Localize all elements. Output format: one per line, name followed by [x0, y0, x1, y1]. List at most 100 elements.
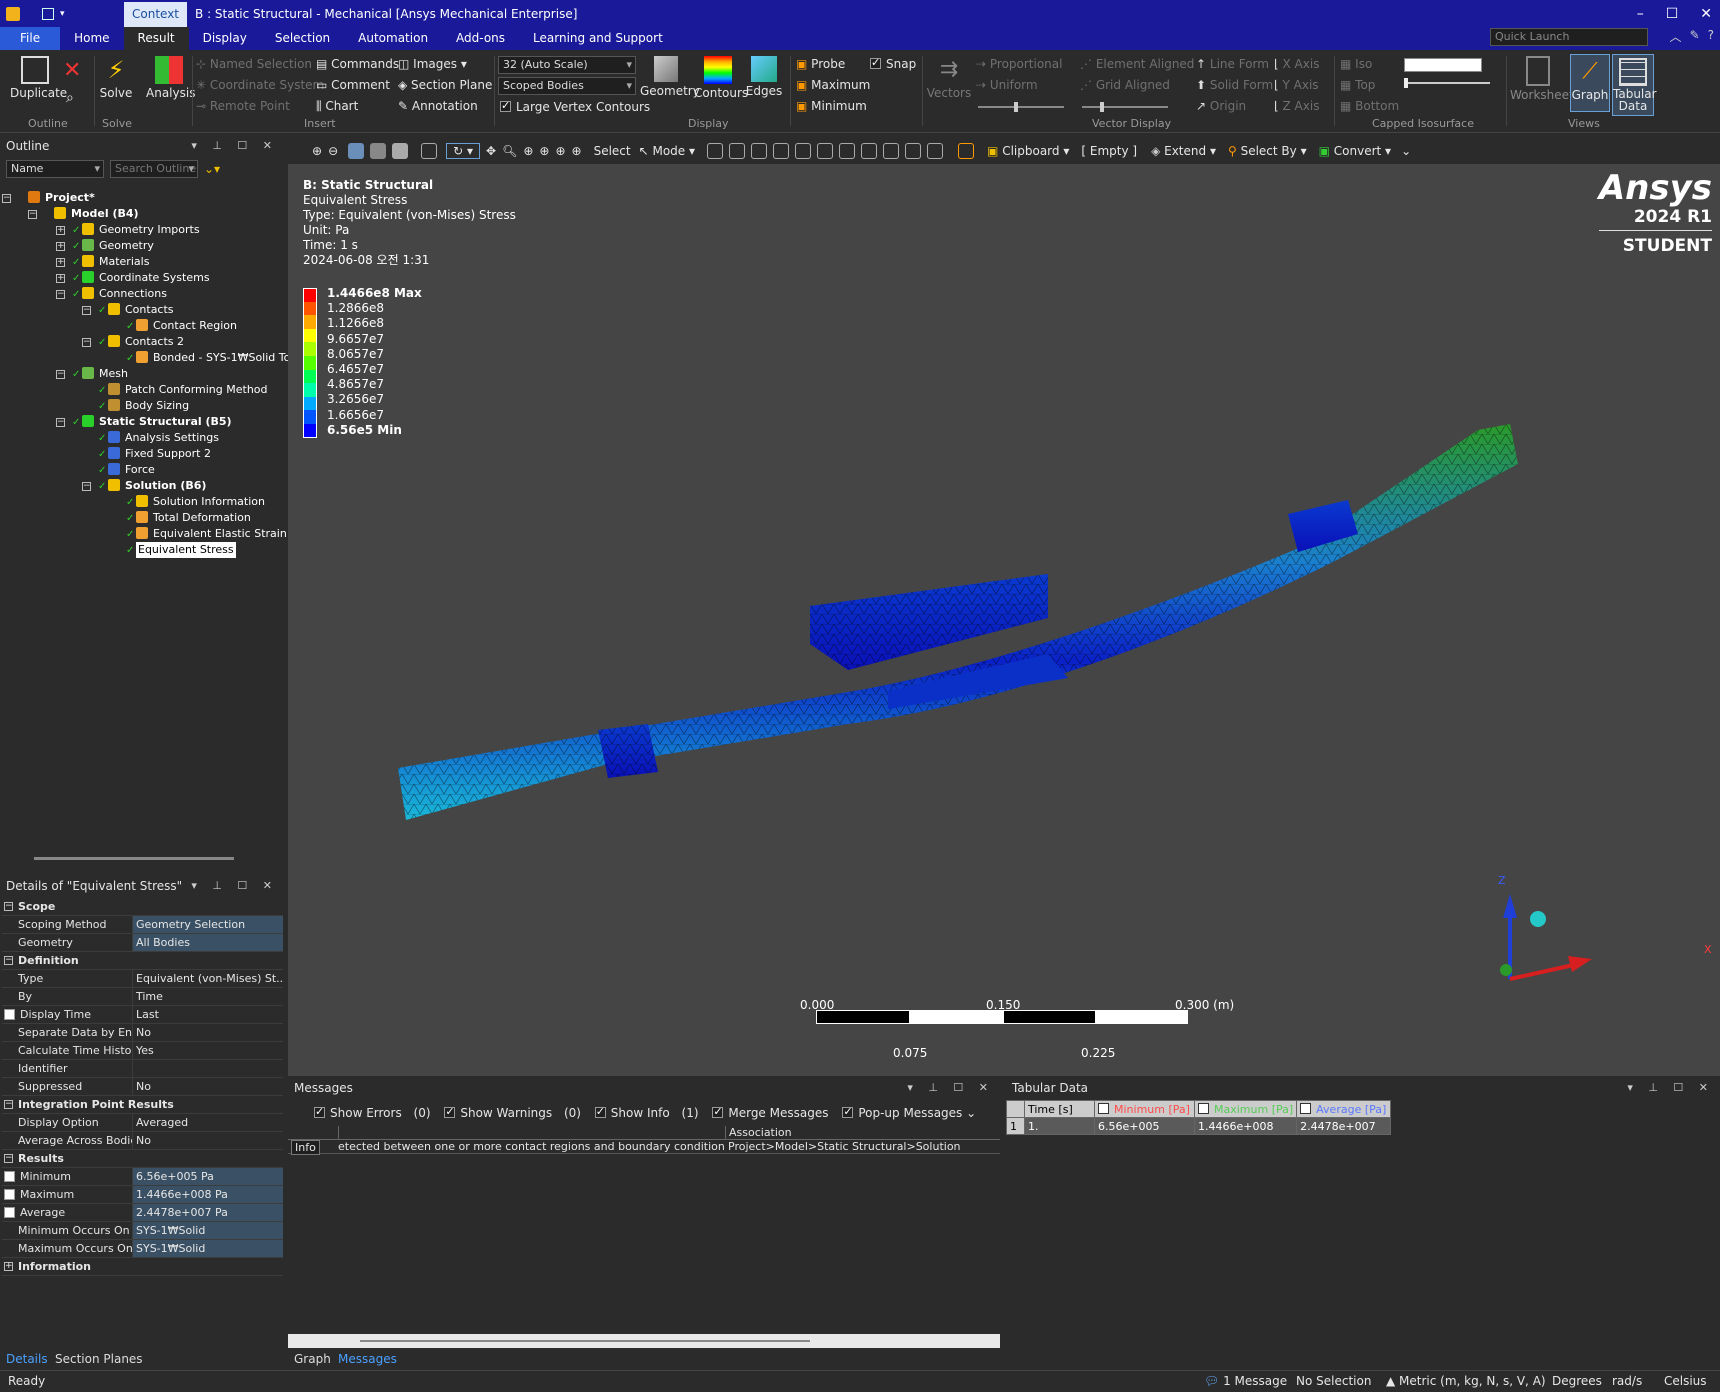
rotate-icon[interactable]: ↻ ▾	[446, 143, 481, 159]
find-icon[interactable]: ⌕	[66, 90, 74, 106]
scale-select[interactable]: 32 (Auto Scale)	[498, 56, 636, 74]
select-vertex-icon[interactable]	[707, 143, 724, 159]
select-face-icon[interactable]	[751, 143, 768, 159]
row-display-option[interactable]: Display Option Averaged	[2, 1114, 283, 1132]
tree-node-contacts-2[interactable]: Contacts 2	[108, 334, 184, 350]
tree-expander[interactable]: +	[56, 226, 65, 235]
tab-graph[interactable]: Graph	[294, 1352, 331, 1366]
show-info-checkbox[interactable]: Show Info (1)	[594, 1105, 699, 1120]
save-icon[interactable]	[42, 7, 54, 20]
origin-button[interactable]: ↗ Origin	[1196, 99, 1246, 113]
legend-label[interactable]: 4.8657e7	[327, 377, 384, 391]
pan-icon[interactable]: ✥	[486, 144, 496, 158]
context-tab[interactable]: Context	[124, 2, 188, 27]
grid-density-slider[interactable]	[1082, 102, 1168, 112]
tree-node-static-structural-b5[interactable]: Static Structural (B5)	[82, 414, 232, 430]
zoom-out-icon[interactable]: ⊖	[328, 144, 338, 158]
zoom-in-icon[interactable]: ⊕	[312, 144, 322, 158]
select-by-dropdown[interactable]: ⚲ Select By ▾	[1228, 144, 1307, 158]
tree-expander[interactable]: −	[28, 210, 37, 219]
tab-file[interactable]: File	[0, 27, 61, 50]
geometry-button[interactable]: Geometry	[640, 56, 700, 98]
row-minimum[interactable]: Minimum 6.56e+005 Pa	[2, 1168, 283, 1186]
tree-node-geometry[interactable]: Geometry	[82, 238, 154, 254]
tabular-data-view-button[interactable]: Tabular Data	[1612, 54, 1657, 116]
row-geometry[interactable]: Geometry All Bodies	[2, 934, 283, 952]
wireframe-view-icon[interactable]	[370, 143, 387, 159]
images-button[interactable]: ◫ Images ▾	[398, 57, 467, 71]
tabular-data-row[interactable]: 1 1. 6.56e+005 1.4466e+008 2.4478e+007	[1006, 1117, 1392, 1135]
zoom-all-icon[interactable]: ⊕	[555, 144, 565, 158]
section-plane-button[interactable]: ◈ Section Plane	[398, 78, 492, 92]
tab-details[interactable]: Details	[6, 1352, 48, 1366]
collapse-ribbon-icon[interactable]: ︿	[1670, 28, 1682, 45]
row-average-across-bodies[interactable]: Average Across Bodies No	[2, 1132, 283, 1150]
named-selection-button[interactable]: ⊹ Named Selection	[196, 57, 312, 71]
outline-search-input[interactable]: Search Outline	[110, 160, 198, 178]
row-suppressed[interactable]: Suppressed No	[2, 1078, 283, 1096]
show-warnings-checkbox[interactable]: Show Warnings (0)	[444, 1105, 581, 1120]
minimum-button[interactable]: ▣ Minimum	[796, 99, 867, 113]
tree-node-contacts[interactable]: Contacts	[108, 302, 174, 318]
legend-label[interactable]: 6.56e5 Min	[327, 423, 402, 437]
messages-controls-icon[interactable]: ▾ ⊥ ☐ ✕	[907, 1078, 994, 1098]
toolbar-overflow-icon[interactable]: ⌄	[1401, 144, 1411, 158]
tab-add-ons[interactable]: Add-ons	[442, 27, 519, 50]
association-column-header[interactable]: Association	[725, 1126, 792, 1140]
remote-point-button[interactable]: ⊸ Remote Point	[196, 99, 290, 113]
section-integration-point-results[interactable]: − Integration Point Results	[2, 1096, 283, 1114]
legend-label[interactable]: 1.4466e8 Max	[327, 286, 422, 300]
tree-node-model-b4[interactable]: Model (B4)	[54, 206, 139, 222]
shaded-view-icon[interactable]	[348, 143, 365, 159]
help-icon[interactable]: ?	[1708, 28, 1714, 45]
select-mode-dropdown[interactable]: ↖ Mode ▾	[639, 144, 695, 158]
show-errors-checkbox[interactable]: Show Errors (0)	[314, 1105, 431, 1120]
tree-node-body-sizing[interactable]: Body Sizing	[108, 398, 189, 414]
legend-label[interactable]: 1.1266e8	[327, 316, 384, 330]
tree-node-connections[interactable]: Connections	[82, 286, 167, 302]
section-scope[interactable]: − Scope	[2, 898, 283, 916]
legend-label[interactable]: 3.2656e7	[327, 392, 384, 406]
select-edge-icon[interactable]	[729, 143, 746, 159]
uniform-button[interactable]: ⇢ Uniform	[976, 78, 1038, 92]
legend-label[interactable]: 8.0657e7	[327, 347, 384, 361]
edges-button[interactable]: Edges	[744, 56, 784, 98]
tree-expander[interactable]: −	[56, 418, 65, 427]
legend-label[interactable]: 1.2866e8	[327, 301, 384, 315]
iso-button[interactable]: ▦ Iso	[1340, 57, 1372, 71]
row-separate-data[interactable]: Separate Data by EntityNo	[2, 1024, 283, 1042]
maximize-button[interactable]: ☐	[1666, 6, 1679, 22]
app-icon[interactable]	[6, 6, 20, 21]
extend-dropdown[interactable]: ◈ Extend ▾	[1151, 144, 1216, 158]
minimize-button[interactable]: –	[1637, 6, 1644, 22]
tree-expander[interactable]: +	[56, 242, 65, 251]
worksheet-button[interactable]: Worksheet	[1510, 56, 1574, 102]
element-aligned-button[interactable]: ⋰ Element Aligned	[1080, 57, 1194, 71]
tree-node-geometry-imports[interactable]: Geometry Imports	[82, 222, 200, 238]
section-information[interactable]: + Information	[2, 1258, 283, 1276]
row-by[interactable]: By Time	[2, 988, 283, 1006]
tree-node-force[interactable]: Force	[108, 462, 155, 478]
tree-node-total-deformation[interactable]: Total Deformation	[136, 510, 251, 526]
select-node-icon[interactable]	[795, 143, 812, 159]
annotation-button[interactable]: ✎ Annotation	[398, 99, 478, 113]
graph-view-button[interactable]: ⟋ Graph	[1570, 54, 1610, 112]
merge-messages-checkbox[interactable]: Merge Messages	[712, 1105, 828, 1120]
popup-messages-checkbox[interactable]: Pop-up Messages ⌄	[842, 1105, 976, 1120]
tab-selection[interactable]: Selection	[261, 27, 344, 50]
tree-node-contact-region[interactable]: Contact Region	[136, 318, 237, 334]
maximum-column-header[interactable]: Maximum [Pa]	[1193, 1100, 1298, 1118]
status-messages[interactable]: 💬︎ 1 Message	[1204, 1374, 1287, 1388]
line-form-button[interactable]: ↑ Line Form	[1196, 57, 1269, 71]
probe-button[interactable]: ▣ Probe	[796, 57, 845, 71]
minimum-column-header[interactable]: Minimum [Pa]	[1094, 1100, 1195, 1118]
tree-node-project[interactable]: Project*	[28, 190, 95, 206]
analysis-button[interactable]: Analysis	[146, 56, 195, 100]
tree-expander[interactable]: −	[56, 370, 65, 379]
row-scoping-method[interactable]: Scoping Method Geometry Selection	[2, 916, 283, 934]
legend-label[interactable]: 9.6657e7	[327, 332, 384, 346]
solid-form-button[interactable]: ⬆ Solid Form	[1196, 78, 1273, 92]
top-button[interactable]: ▦ Top	[1340, 78, 1375, 92]
tab-messages[interactable]: Messages	[338, 1352, 397, 1366]
legend-label[interactable]: 1.6656e7	[327, 408, 384, 422]
